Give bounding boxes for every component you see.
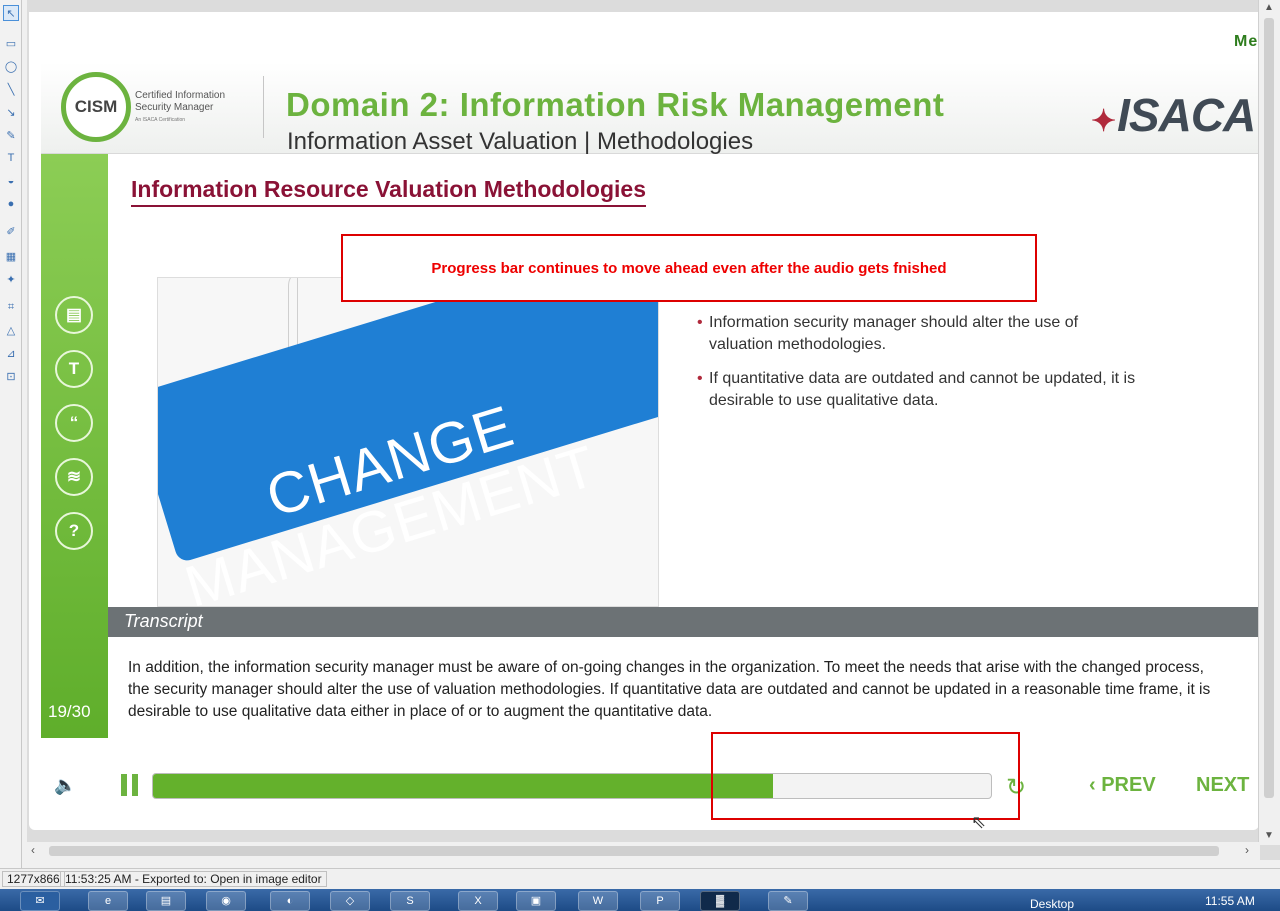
- speaker-icon[interactable]: 🔈: [54, 775, 76, 796]
- photos-icon[interactable]: ▣: [516, 891, 556, 911]
- terminal-icon[interactable]: ▓: [700, 891, 740, 911]
- firefox-icon[interactable]: ◐: [270, 891, 310, 911]
- domain-title: Domain 2: Information Risk Management: [286, 86, 945, 123]
- select-arrow-icon[interactable]: ↖: [3, 5, 19, 21]
- progress-fill: [153, 774, 774, 798]
- annotation-callout: Progress bar continues to move ahead eve…: [341, 234, 1037, 302]
- layers-icon: ≋: [66, 467, 82, 486]
- help-icon: ?: [68, 521, 80, 540]
- excel-icon[interactable]: X: [458, 891, 498, 911]
- crop-icon[interactable]: ⌗: [3, 299, 19, 315]
- isaca-star-icon: ✦: [1091, 105, 1116, 138]
- next-button[interactable]: NEXT: [1196, 774, 1249, 797]
- cism-logo-line3: An ISACA Certification: [135, 117, 186, 123]
- quote-icon: “: [69, 413, 79, 432]
- change-management-image: CHANGE MANAGEMENT: [157, 277, 659, 607]
- line-icon[interactable]: ╲: [3, 81, 19, 97]
- arrow-icon[interactable]: ↘: [3, 104, 19, 120]
- text-button[interactable]: T: [55, 350, 93, 388]
- prev-button[interactable]: ‹ PREV: [1089, 774, 1156, 797]
- notes-icon: ▤: [65, 305, 83, 324]
- text-icon: T: [68, 359, 80, 378]
- header-divider: [263, 76, 264, 138]
- windows-taskbar: ✉ e ▤ ◉ ◐ ◇ S X ▣ W P ▓ ✎ Desktop 11:55 …: [0, 889, 1280, 911]
- resize-icon[interactable]: ⊡: [3, 368, 19, 384]
- bullet-list: Information security manager should alte…: [697, 312, 1137, 424]
- pause-button[interactable]: [121, 774, 139, 796]
- cism-logo-text: Certified Information Security Manager A…: [135, 90, 245, 126]
- speech-bubble-icon[interactable]: ◒: [3, 173, 19, 189]
- file-explorer-icon[interactable]: ▤: [146, 891, 186, 911]
- vertical-scrollbar[interactable]: ▲ ▼: [1258, 0, 1280, 845]
- course-page: Me CISM Certified Information Security M…: [29, 12, 1259, 830]
- internet-explorer-icon[interactable]: e: [88, 891, 128, 911]
- taskbar-clock[interactable]: 11:55 AM: [1205, 894, 1255, 908]
- cut-icon[interactable]: △: [3, 322, 19, 338]
- cism-logo-line2: Security Manager: [135, 102, 214, 113]
- screenshot-root: ↖ ▭ ◯ ╲ ↘ ✎ T ◒ ● ✐ ▦ ✦ ⌗ △ ⊿ ⊡ Me CISM …: [0, 0, 1280, 911]
- highlight-icon[interactable]: ✐: [3, 223, 19, 239]
- mouse-cursor-icon: ⇖: [971, 812, 987, 830]
- notepad-icon[interactable]: ✎: [768, 891, 808, 911]
- cism-logo: CISM: [61, 72, 131, 142]
- bullet-item: Information security manager should alte…: [697, 312, 1137, 356]
- skype-icon[interactable]: S: [390, 891, 430, 911]
- transcript-heading: Transcript: [108, 607, 1259, 637]
- obfuscate-icon[interactable]: ▦: [3, 248, 19, 264]
- isaca-logo: ✦ISACA: [1091, 88, 1256, 142]
- isaca-wordmark: ISACA: [1117, 89, 1256, 141]
- status-bar: 1277x866 11:53:25 AM - Exported to: Open…: [0, 868, 1280, 888]
- chevron-left-icon: ‹: [1089, 774, 1102, 796]
- notes-button[interactable]: ▤: [55, 296, 93, 334]
- transcript-text: In addition, the information security ma…: [128, 659, 1211, 720]
- slide-title: Information Resource Valuation Methodolo…: [131, 176, 646, 207]
- bullet-item: If quantitative data are outdated and ca…: [697, 368, 1137, 412]
- cism-logo-line1: Certified Information: [135, 90, 226, 101]
- app-icon[interactable]: ◇: [330, 891, 370, 911]
- scroll-up-icon[interactable]: ▲: [1264, 2, 1274, 13]
- menu-link[interactable]: Me: [1234, 33, 1258, 51]
- layers-button[interactable]: ≋: [55, 458, 93, 496]
- status-message[interactable]: 11:53:25 AM - Exported to: Open in image…: [60, 871, 327, 887]
- vertical-scroll-thumb[interactable]: [1264, 18, 1274, 798]
- course-header: CISM Certified Information Security Mana…: [41, 62, 1259, 155]
- word-icon[interactable]: W: [578, 891, 618, 911]
- annotation-highlight-box: [711, 732, 1020, 820]
- horizontal-scroll-thumb[interactable]: [49, 846, 1219, 856]
- scroll-down-icon[interactable]: ▼: [1264, 830, 1274, 841]
- quote-button[interactable]: “: [55, 404, 93, 442]
- desktop-toolbar-label[interactable]: Desktop: [1030, 897, 1074, 911]
- horizontal-scrollbar[interactable]: ‹ ›: [27, 842, 1260, 860]
- prev-label: PREV: [1101, 774, 1156, 796]
- torn-edge-icon[interactable]: ⊿: [3, 345, 19, 361]
- scroll-left-icon[interactable]: ‹: [31, 843, 35, 857]
- page-counter: 19/30: [48, 702, 91, 721]
- text-tool-icon[interactable]: T: [3, 150, 19, 166]
- pause-bar-right: [132, 774, 138, 796]
- freehand-icon[interactable]: ✎: [3, 127, 19, 143]
- outlook-icon[interactable]: ✉: [20, 891, 60, 911]
- scroll-right-icon[interactable]: ›: [1245, 843, 1249, 857]
- counter-icon[interactable]: ●: [3, 196, 19, 212]
- side-rail: ▤ T “ ≋ ? 19/30: [41, 154, 108, 738]
- rectangle-icon[interactable]: ▭: [3, 35, 19, 51]
- chrome-icon[interactable]: ◉: [206, 891, 246, 911]
- pause-bar-left: [121, 774, 127, 796]
- annotation-toolbar: ↖ ▭ ◯ ╲ ↘ ✎ T ◒ ● ✐ ▦ ✦ ⌗ △ ⊿ ⊡: [0, 0, 22, 868]
- domain-subtitle: Information Asset Valuation | Methodolog…: [287, 128, 754, 155]
- effects-icon[interactable]: ✦: [3, 271, 19, 287]
- powerpoint-icon[interactable]: P: [640, 891, 680, 911]
- help-button[interactable]: ?: [55, 512, 93, 550]
- ellipse-icon[interactable]: ◯: [3, 58, 19, 74]
- image-dimensions: 1277x866: [2, 871, 65, 887]
